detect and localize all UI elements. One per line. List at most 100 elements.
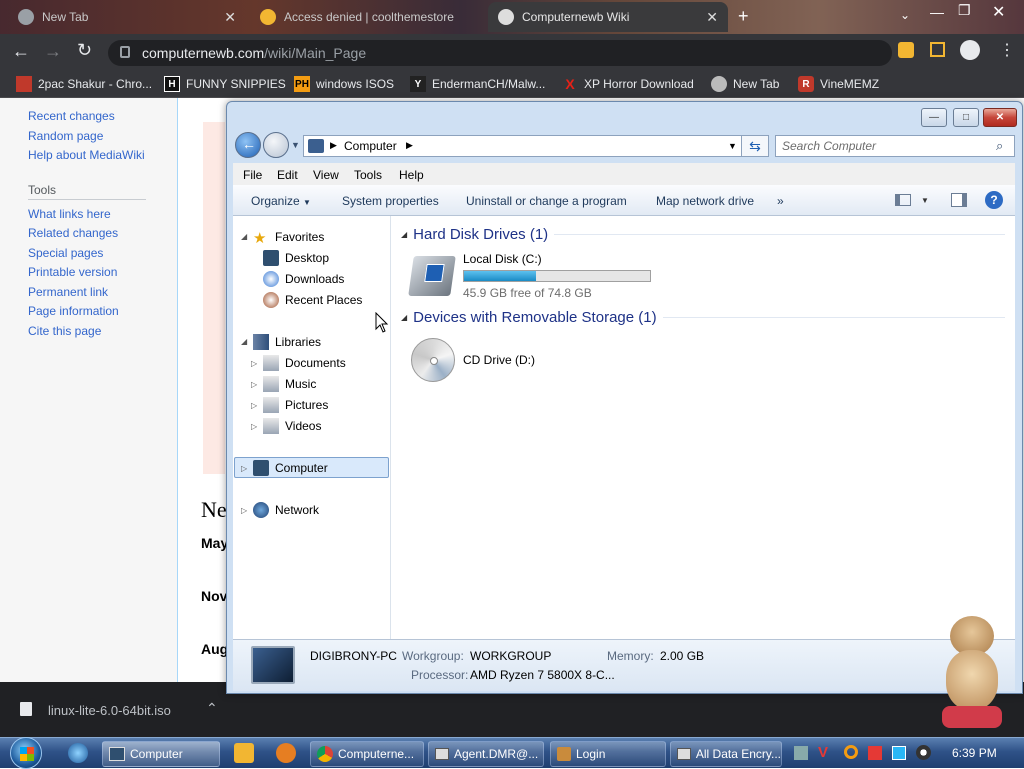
menu-edit[interactable]: Edit <box>277 168 298 182</box>
side-panel-icon[interactable] <box>930 42 945 57</box>
new-tab-icon[interactable]: + <box>738 6 749 27</box>
window-maximize-button[interactable]: □ <box>953 108 979 127</box>
organize-button[interactable]: Organize ▼ <box>251 194 311 208</box>
search-input[interactable]: Search Computer ⌕ <box>775 135 1015 157</box>
forward-icon[interactable]: → <box>44 41 62 62</box>
close-tab-icon[interactable]: ✕ <box>706 9 718 26</box>
wiki-link-help[interactable]: Help about MediaWiki <box>28 148 145 162</box>
restore-icon[interactable]: ❐ <box>958 2 971 19</box>
breadcrumb[interactable]: Computer <box>344 139 397 153</box>
drive-d[interactable]: CD Drive (D:) <box>411 336 571 384</box>
menu-view[interactable]: View <box>313 168 339 182</box>
app-icon[interactable] <box>276 743 296 763</box>
nav-downloads[interactable]: Downloads <box>263 271 344 287</box>
view-options-icon[interactable] <box>895 194 911 206</box>
tab-search-icon[interactable]: ⌄ <box>900 8 910 22</box>
expand-icon[interactable]: ▷ <box>241 506 247 515</box>
minimize-icon[interactable]: — <box>930 4 944 20</box>
wiki-link-random-page[interactable]: Random page <box>28 129 103 143</box>
menu-help[interactable]: Help <box>399 168 424 182</box>
recent-pages-chevron-icon[interactable]: ▼ <box>291 140 300 150</box>
close-tab-icon[interactable]: ✕ <box>224 9 236 26</box>
desktop-buddy-character[interactable] <box>940 616 1006 734</box>
group-hard-disk-drives[interactable]: ◢ Hard Disk Drives (1) <box>401 226 1005 243</box>
extensions-icon[interactable] <box>898 42 914 58</box>
expand-icon[interactable]: ◢ <box>241 337 247 346</box>
taskbar-item-computer[interactable]: Computer <box>102 741 220 767</box>
download-filename[interactable]: linux-lite-6.0-64bit.iso <box>48 703 171 718</box>
wiki-link-related-changes[interactable]: Related changes <box>28 226 118 240</box>
nav-network[interactable]: Network <box>253 502 319 518</box>
reload-icon[interactable]: ↻ <box>77 40 92 61</box>
address-dropdown-icon[interactable]: ▼ <box>728 141 737 151</box>
help-icon[interactable]: ? <box>985 191 1003 209</box>
bookmark-new-tab[interactable]: New Tab <box>711 76 779 92</box>
wiki-link-special-pages[interactable]: Special pages <box>28 246 103 260</box>
explorer-address-bar[interactable]: ▶ Computer ▶ ▼ <box>303 135 765 157</box>
tray-icon[interactable] <box>916 745 931 760</box>
menu-tools[interactable]: Tools <box>354 168 382 182</box>
media-player-icon[interactable] <box>234 743 254 763</box>
explorer-back-button[interactable]: ← <box>235 132 261 158</box>
bookmark-xp-horror[interactable]: X XP Horror Download <box>562 76 694 92</box>
group-removable-storage[interactable]: ◢ Devices with Removable Storage (1) <box>401 309 1005 326</box>
back-icon[interactable]: ← <box>12 41 30 62</box>
expand-icon[interactable]: ▷ <box>251 380 257 389</box>
bookmark-2pac[interactable]: 2pac Shakur - Chro... <box>16 76 152 92</box>
window-minimize-button[interactable]: — <box>921 108 947 127</box>
nav-documents[interactable]: Documents <box>263 355 346 371</box>
tray-icon[interactable] <box>794 746 808 760</box>
expand-icon[interactable]: ▷ <box>251 422 257 431</box>
uninstall-program-button[interactable]: Uninstall or change a program <box>466 194 627 208</box>
bookmark-windows-isos[interactable]: PH windows ISOS <box>294 76 394 92</box>
expand-icon[interactable]: ▷ <box>251 401 257 410</box>
expand-icon[interactable]: ◢ <box>241 232 247 241</box>
expand-icon[interactable]: ▷ <box>251 359 257 368</box>
bookmark-endermanch[interactable]: Y EndermanCH/Malw... <box>410 76 545 92</box>
wiki-link-page-information[interactable]: Page information <box>28 304 119 318</box>
nav-desktop[interactable]: Desktop <box>263 250 329 266</box>
bookmark-funny-snippies[interactable]: H FUNNY SNIPPIES <box>164 76 286 92</box>
internet-explorer-icon[interactable] <box>68 743 88 763</box>
nav-videos[interactable]: Videos <box>263 418 321 434</box>
bookmark-vinememz[interactable]: R VineMEMZ <box>798 76 879 92</box>
taskbar-item-chrome[interactable]: Computerne... <box>310 741 424 767</box>
search-icon[interactable] <box>844 745 858 759</box>
tab-computernewb-wiki[interactable]: Computernewb Wiki ✕ <box>488 2 728 32</box>
chevron-down-icon[interactable]: ▼ <box>921 196 929 205</box>
nav-computer[interactable]: Computer <box>253 460 328 476</box>
tab-new-tab[interactable]: New Tab ✕ <box>8 2 246 32</box>
wiki-link-cite-this-page[interactable]: Cite this page <box>28 324 101 338</box>
taskbar-item-agent-dmr[interactable]: Agent.DMR@... <box>428 741 544 767</box>
start-button[interactable] <box>10 737 42 769</box>
clock[interactable]: 6:39 PM <box>952 746 997 760</box>
window-close-button[interactable]: ✕ <box>983 108 1017 127</box>
tray-icon[interactable] <box>892 746 906 760</box>
wiki-link-what-links-here[interactable]: What links here <box>28 207 111 221</box>
tray-icon[interactable] <box>868 746 882 760</box>
breadcrumb-arrow-icon[interactable]: ▶ <box>406 140 413 151</box>
search-icon[interactable]: ⌕ <box>996 138 1003 154</box>
map-network-drive-button[interactable]: Map network drive <box>656 194 754 208</box>
tray-v-icon[interactable]: V <box>818 744 828 761</box>
tab-access-denied[interactable]: Access denied | coolthemestores <box>250 2 482 32</box>
expand-icon[interactable]: ▷ <box>241 464 247 473</box>
close-window-icon[interactable]: ✕ <box>992 2 1005 22</box>
more-commands-button[interactable]: » <box>777 194 784 208</box>
nav-favorites[interactable]: ★ Favorites <box>253 229 324 247</box>
system-properties-button[interactable]: System properties <box>342 194 439 208</box>
wiki-link-printable-version[interactable]: Printable version <box>28 265 117 279</box>
preview-pane-icon[interactable] <box>951 193 967 207</box>
nav-music[interactable]: Music <box>263 376 316 392</box>
taskbar-item-data-encryption[interactable]: All Data Encry... <box>670 741 782 767</box>
nav-libraries[interactable]: Libraries <box>253 334 321 350</box>
drive-c[interactable]: Local Disk (C:) 45.9 GB free of 74.8 GB <box>408 252 651 302</box>
menu-icon[interactable]: ⋮ <box>999 40 1015 60</box>
nav-pictures[interactable]: Pictures <box>263 397 328 413</box>
taskbar-item-login[interactable]: Login <box>550 741 666 767</box>
wiki-link-permanent-link[interactable]: Permanent link <box>28 285 108 299</box>
profile-avatar[interactable] <box>960 40 980 60</box>
address-bar[interactable]: computernewb.com/wiki/Main_Page <box>108 40 892 66</box>
wiki-link-recent-changes[interactable]: Recent changes <box>28 109 115 123</box>
refresh-icon[interactable]: ⇆ <box>741 135 769 157</box>
